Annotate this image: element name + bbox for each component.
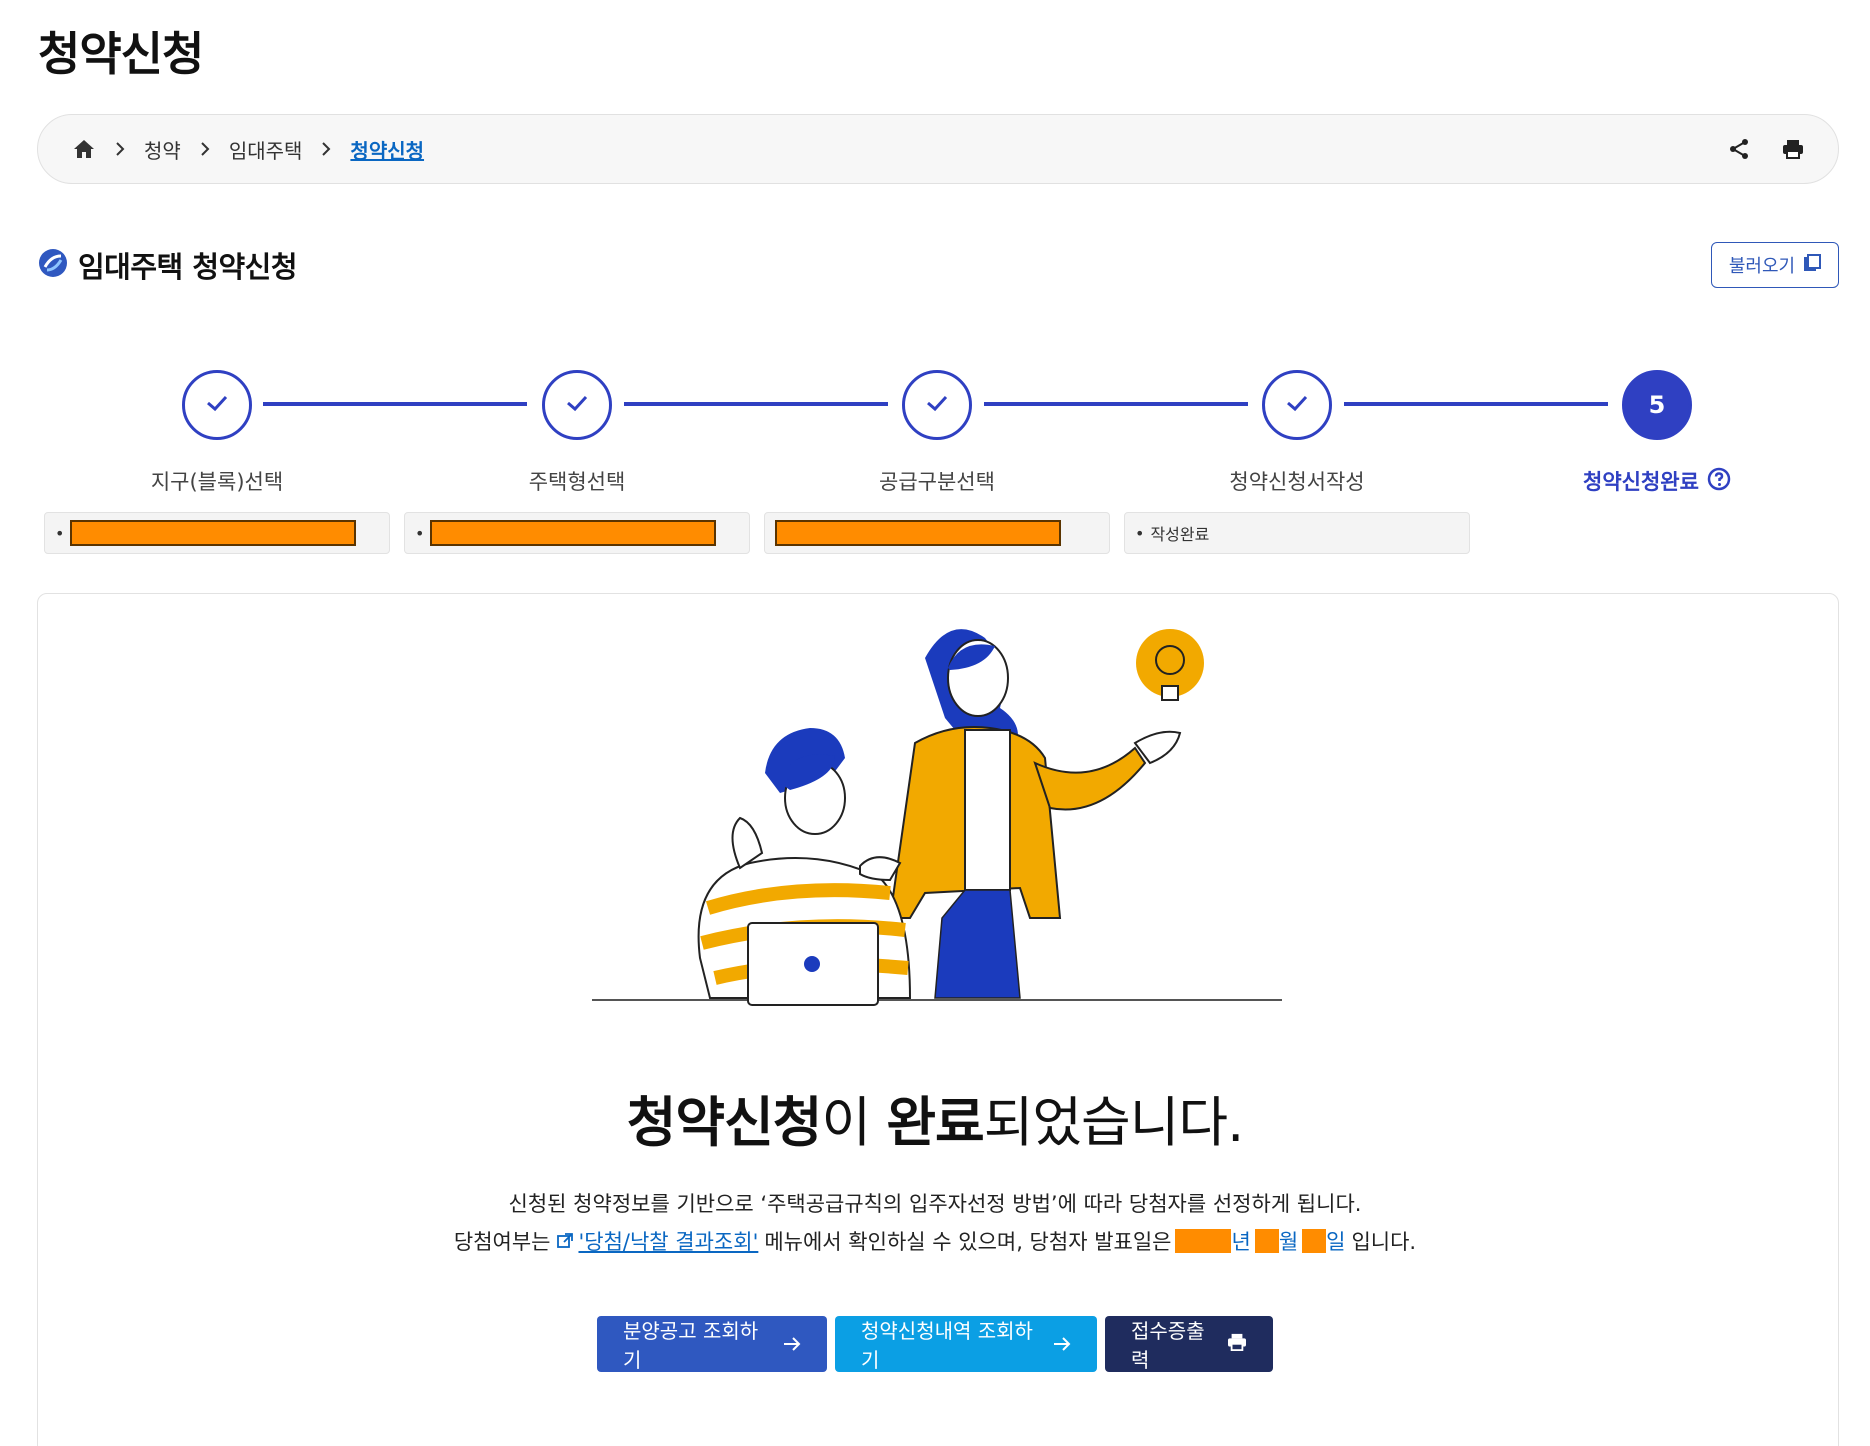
- breadcrumb-item-rental[interactable]: 임대주택: [225, 135, 307, 164]
- arrow-right-icon: [1053, 1332, 1071, 1356]
- print-receipt-button[interactable]: 접수증출력: [1105, 1316, 1273, 1372]
- step-4-circle: [1262, 370, 1332, 440]
- arrow-right-icon: [783, 1332, 801, 1356]
- redacted-value: [775, 520, 1061, 546]
- step-4-label: 청약신청서작성: [1229, 470, 1365, 494]
- check-icon: [925, 394, 949, 416]
- headline-part-b: 이: [821, 1091, 887, 1154]
- desc-line2-end: 입니다.: [1351, 1230, 1417, 1254]
- help-icon[interactable]: [1707, 467, 1731, 496]
- print-icon: [1227, 1332, 1247, 1356]
- check-icon: [205, 394, 229, 416]
- step-connector: [263, 402, 527, 406]
- headline-part-c: 완료: [886, 1091, 984, 1154]
- step-1-label: 지구(블록)선택: [150, 470, 284, 494]
- section-header: 임대주택 청약신청: [38, 244, 298, 286]
- view-notice-button[interactable]: 분양공고 조회하기: [597, 1316, 827, 1372]
- step-connector: [1344, 402, 1608, 406]
- print-receipt-label: 접수증출력: [1131, 1319, 1205, 1372]
- result-lookup-link[interactable]: '당첨/낙찰 결과조회': [578, 1226, 758, 1256]
- redacted-month: [1254, 1229, 1279, 1253]
- completion-headline: 청약신청이 완료되었습니다.: [0, 1078, 1870, 1157]
- page-title: 청약신청: [38, 27, 204, 81]
- step-2-label: 주택형선택: [528, 470, 626, 494]
- action-buttons: 분양공고 조회하기 청약신청내역 조회하기 접수증출력: [0, 1316, 1870, 1372]
- month-suffix: 월: [1278, 1230, 1299, 1254]
- step-3-circle: [902, 370, 972, 440]
- progress-stepper: 5 지구(블록)선택 주택형선택 공급구분선택 청약신청서작성 청약신청완료 •…: [0, 370, 1870, 570]
- step-5-label: 청약신청완료: [1484, 466, 1830, 496]
- completion-illustration: [592, 629, 1282, 1006]
- breadcrumb-item-cheongyak[interactable]: 청약: [140, 135, 185, 164]
- headline-part-d: 되었습니다.: [983, 1091, 1245, 1154]
- step-1-value: •: [44, 512, 390, 554]
- step-3-label: 공급구분선택: [879, 470, 995, 494]
- description-line-1: 신청된 청약정보를 기반으로 ‘주택공급규칙의 입주자선정 방법’에 따라 당첨…: [508, 1192, 1362, 1216]
- step-5-number: 5: [1648, 391, 1666, 419]
- step-2-circle: [542, 370, 612, 440]
- step-2-value: •: [404, 512, 750, 554]
- day-suffix: 일: [1326, 1230, 1346, 1254]
- load-icon: [1803, 253, 1822, 277]
- breadcrumb-tools: [1724, 134, 1808, 164]
- load-button[interactable]: 불러오기: [1711, 242, 1839, 288]
- bullet: •: [415, 523, 425, 543]
- view-notice-label: 분양공고 조회하기: [623, 1319, 759, 1372]
- section-title: 임대주택 청약신청: [78, 250, 298, 284]
- bullet: •: [55, 523, 65, 543]
- step-3-value: [764, 512, 1110, 554]
- description-line-2: 당첨여부는 '당첨/낙찰 결과조회' 메뉴에서 확인하실 수 있으며, 당첨자 …: [0, 1226, 1870, 1256]
- step-4-value: • 작성완료: [1124, 512, 1470, 554]
- check-icon: [565, 394, 589, 416]
- step-5-circle: 5: [1622, 370, 1692, 440]
- step-1-circle: [182, 370, 252, 440]
- view-history-label: 청약신청내역 조회하기: [861, 1319, 1033, 1372]
- step-connector: [984, 402, 1248, 406]
- chevron-right-icon: [100, 133, 140, 165]
- year-suffix: 년: [1231, 1230, 1251, 1254]
- redacted-value: [70, 520, 357, 546]
- print-icon[interactable]: [1778, 134, 1808, 164]
- check-icon: [1285, 394, 1309, 416]
- chevron-right-icon: [306, 133, 346, 165]
- breadcrumb: 청약 임대주택 청약신청: [37, 114, 1839, 184]
- breadcrumb-current[interactable]: 청약신청: [346, 135, 428, 164]
- load-button-label: 불러오기: [1728, 256, 1796, 277]
- headline-part-a: 청약신청: [626, 1091, 823, 1154]
- step-4-value-text: 작성완료: [1150, 525, 1210, 544]
- redacted-year: [1175, 1229, 1232, 1253]
- home-icon[interactable]: [68, 133, 100, 165]
- step-5-label-text: 청약신청완료: [1583, 470, 1699, 494]
- external-link-icon: [556, 1232, 574, 1250]
- step-connector: [624, 402, 888, 406]
- section-logo-icon: [38, 248, 68, 282]
- desc-line2-pre: 당첨여부는: [453, 1230, 551, 1254]
- view-history-button[interactable]: 청약신청내역 조회하기: [835, 1316, 1097, 1372]
- desc-line2-mid: 메뉴에서 확인하실 수 있으며, 당첨자 발표일은: [764, 1230, 1172, 1254]
- chevron-right-icon: [185, 133, 225, 165]
- redacted-value: [430, 520, 717, 546]
- bullet: •: [1135, 523, 1145, 543]
- redacted-day: [1302, 1229, 1327, 1253]
- share-icon[interactable]: [1724, 134, 1754, 164]
